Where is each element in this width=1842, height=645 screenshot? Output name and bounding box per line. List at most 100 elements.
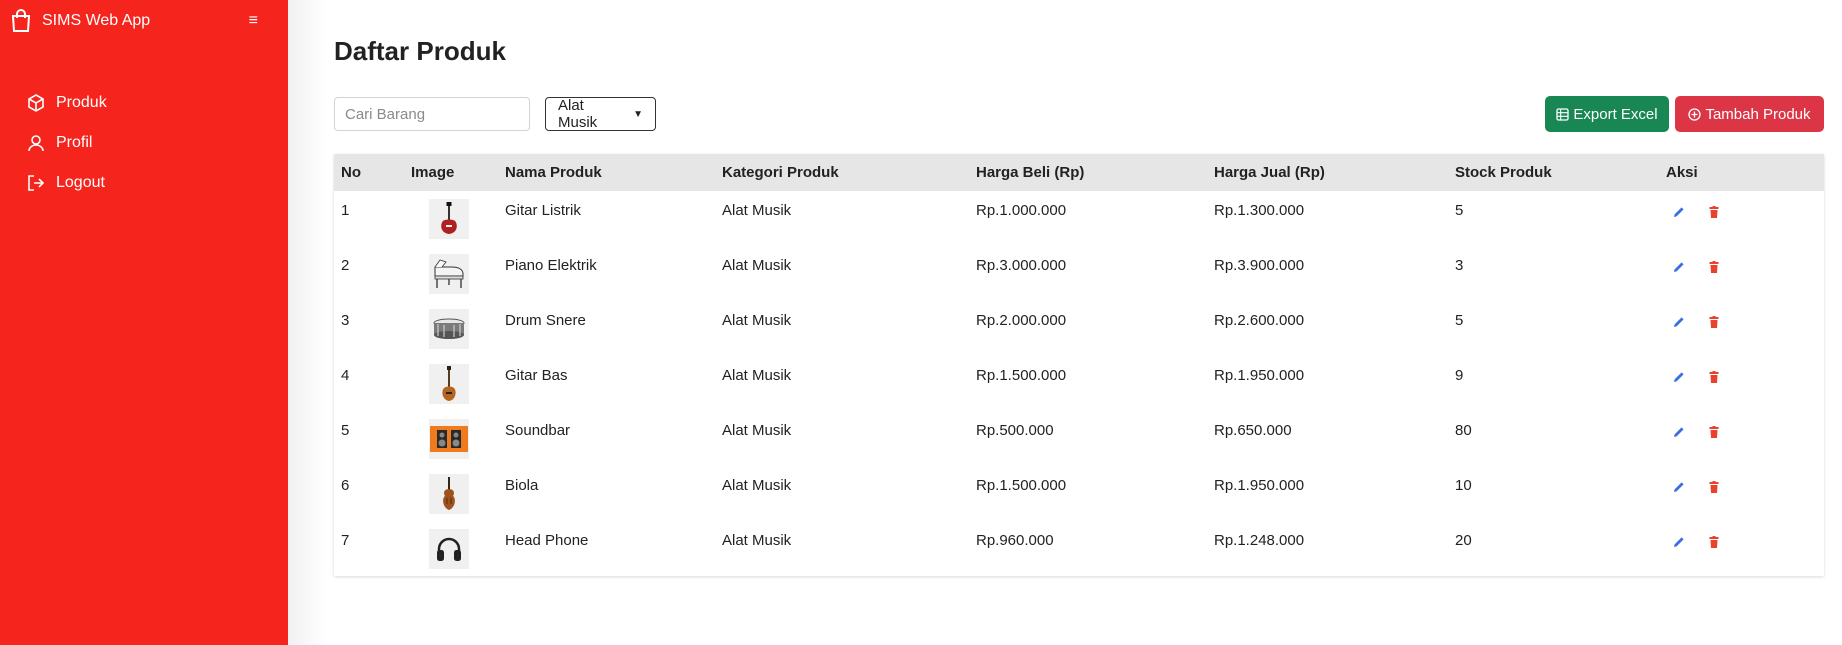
snare-drum-image [429, 309, 469, 349]
page-title: Daftar Produk [334, 36, 506, 66]
trash-icon[interactable] [1707, 205, 1723, 221]
cell-stock: 20 [1455, 532, 1472, 549]
app-title: SIMS Web App [42, 12, 151, 29]
sidebar: SIMS Web App ≡ Produk Profil Logout [0, 0, 288, 645]
category-dropdown-label: Alat Musik [558, 97, 598, 131]
spreadsheet-icon [1556, 107, 1570, 121]
grand-piano-image [429, 254, 469, 294]
column-header-category: Kategori Produk [722, 164, 839, 181]
edit-icon[interactable] [1672, 535, 1688, 551]
logout-icon [26, 173, 46, 193]
cell-buy-price: Rp.3.000.000 [976, 257, 1067, 274]
trash-icon[interactable] [1707, 535, 1723, 551]
trash-icon[interactable] [1707, 370, 1723, 386]
trash-icon[interactable] [1707, 315, 1723, 331]
sidebar-item-produk[interactable]: Produk [0, 83, 288, 123]
cell-buy-price: Rp.960.000 [976, 532, 1054, 549]
cell-sell-price: Rp.3.900.000 [1214, 257, 1305, 274]
soundbar-image [429, 419, 469, 459]
cell-category: Alat Musik [722, 532, 792, 549]
cell-no: 6 [341, 477, 350, 494]
cell-buy-price: Rp.1.500.000 [976, 367, 1067, 384]
cell-buy-price: Rp.500.000 [976, 422, 1054, 439]
cell-name: Drum Snere [505, 312, 586, 329]
box-icon [26, 93, 46, 113]
column-header-sell-price: Harga Jual (Rp) [1214, 164, 1325, 181]
column-header-buy-price: Harga Beli (Rp) [976, 164, 1085, 181]
table-row: 6 Biola Alat Musik Rp.1.500.000 Rp.1.950… [334, 466, 1824, 521]
column-header-name: Nama Produk [505, 164, 602, 181]
search-input[interactable] [334, 97, 530, 131]
sidebar-item-logout[interactable]: Logout [0, 163, 288, 203]
cell-buy-price: Rp.1.500.000 [976, 477, 1067, 494]
cell-name: Biola [505, 477, 539, 494]
sidebar-item-label: Profil [56, 134, 93, 151]
trash-icon[interactable] [1707, 425, 1723, 441]
edit-icon[interactable] [1672, 205, 1688, 221]
sidebar-item-label: Logout [56, 174, 105, 191]
violin-image [429, 474, 469, 514]
main-content: Daftar Produk Alat Musik ▼ Export Excel … [288, 0, 1842, 645]
cell-name: Soundbar [505, 422, 571, 439]
cell-sell-price: Rp.650.000 [1214, 422, 1292, 439]
app-root: SIMS Web App ≡ Produk Profil Logout Daft… [0, 0, 1842, 645]
cell-category: Alat Musik [722, 202, 792, 219]
bass-guitar-image [429, 364, 469, 404]
product-table: No Image Nama Produk Kategori Produk Har… [334, 154, 1824, 576]
cell-category: Alat Musik [722, 367, 792, 384]
cell-category: Alat Musik [722, 312, 792, 329]
cell-sell-price: Rp.1.950.000 [1214, 367, 1305, 384]
cell-sell-price: Rp.1.950.000 [1214, 477, 1305, 494]
cell-no: 7 [341, 532, 350, 549]
category-dropdown[interactable]: Alat Musik ▼ [545, 97, 656, 131]
cell-stock: 80 [1455, 422, 1472, 439]
hamburger-icon[interactable]: ≡ [249, 12, 258, 30]
brand: SIMS Web App ≡ [0, 0, 288, 42]
edit-icon[interactable] [1672, 480, 1688, 496]
sidebar-nav: Produk Profil Logout [0, 83, 288, 203]
cell-stock: 5 [1455, 312, 1464, 329]
export-excel-button[interactable]: Export Excel [1545, 96, 1669, 132]
sidebar-item-profil[interactable]: Profil [0, 123, 288, 163]
table-row: 2 Piano Elektrik Alat Musik Rp.3.000.000… [334, 246, 1824, 301]
cell-buy-price: Rp.1.000.000 [976, 202, 1067, 219]
cell-sell-price: Rp.2.600.000 [1214, 312, 1305, 329]
headphone-image [429, 529, 469, 569]
cell-stock: 3 [1455, 257, 1464, 274]
product-table-card: No Image Nama Produk Kategori Produk Har… [334, 154, 1824, 576]
edit-icon[interactable] [1672, 260, 1688, 276]
cell-sell-price: Rp.1.248.000 [1214, 532, 1305, 549]
cell-no: 2 [341, 257, 350, 274]
electric-guitar-image [429, 199, 469, 239]
cell-stock: 10 [1455, 477, 1472, 494]
trash-icon[interactable] [1707, 260, 1723, 276]
cell-stock: 5 [1455, 202, 1464, 219]
column-header-stock: Stock Produk [1455, 164, 1552, 181]
table-row: 3 Drum Snere Alat Musik Rp.2.000.000 Rp.… [334, 301, 1824, 356]
shopping-bag-icon [8, 8, 34, 34]
cell-sell-price: Rp.1.300.000 [1214, 202, 1305, 219]
cell-stock: 9 [1455, 367, 1464, 384]
export-excel-label: Export Excel [1573, 105, 1658, 123]
trash-icon[interactable] [1707, 480, 1723, 496]
column-header-no: No [341, 164, 361, 181]
edit-icon[interactable] [1672, 315, 1688, 331]
table-row: 4 Gitar Bas Alat Musik Rp.1.500.000 Rp.1… [334, 356, 1824, 411]
add-product-label: Tambah Produk [1705, 105, 1811, 123]
user-icon [26, 133, 46, 153]
edit-icon[interactable] [1672, 425, 1688, 441]
cell-category: Alat Musik [722, 422, 792, 439]
cell-no: 1 [341, 202, 350, 219]
cell-no: 3 [341, 312, 350, 329]
table-row: 1 Gitar Listrik Alat Musik Rp.1.000.000 … [334, 191, 1824, 246]
edit-icon[interactable] [1672, 370, 1688, 386]
cell-name: Gitar Listrik [505, 202, 581, 219]
table-header-row: No Image Nama Produk Kategori Produk Har… [334, 154, 1824, 191]
column-header-image: Image [411, 164, 455, 181]
plus-circle-icon [1688, 107, 1702, 121]
table-row: 5 Soundbar Alat Musik Rp.500.000 Rp.650.… [334, 411, 1824, 466]
add-product-button[interactable]: Tambah Produk [1675, 96, 1824, 132]
caret-down-icon: ▼ [633, 108, 643, 120]
column-header-actions: Aksi [1666, 164, 1698, 181]
cell-buy-price: Rp.2.000.000 [976, 312, 1067, 329]
